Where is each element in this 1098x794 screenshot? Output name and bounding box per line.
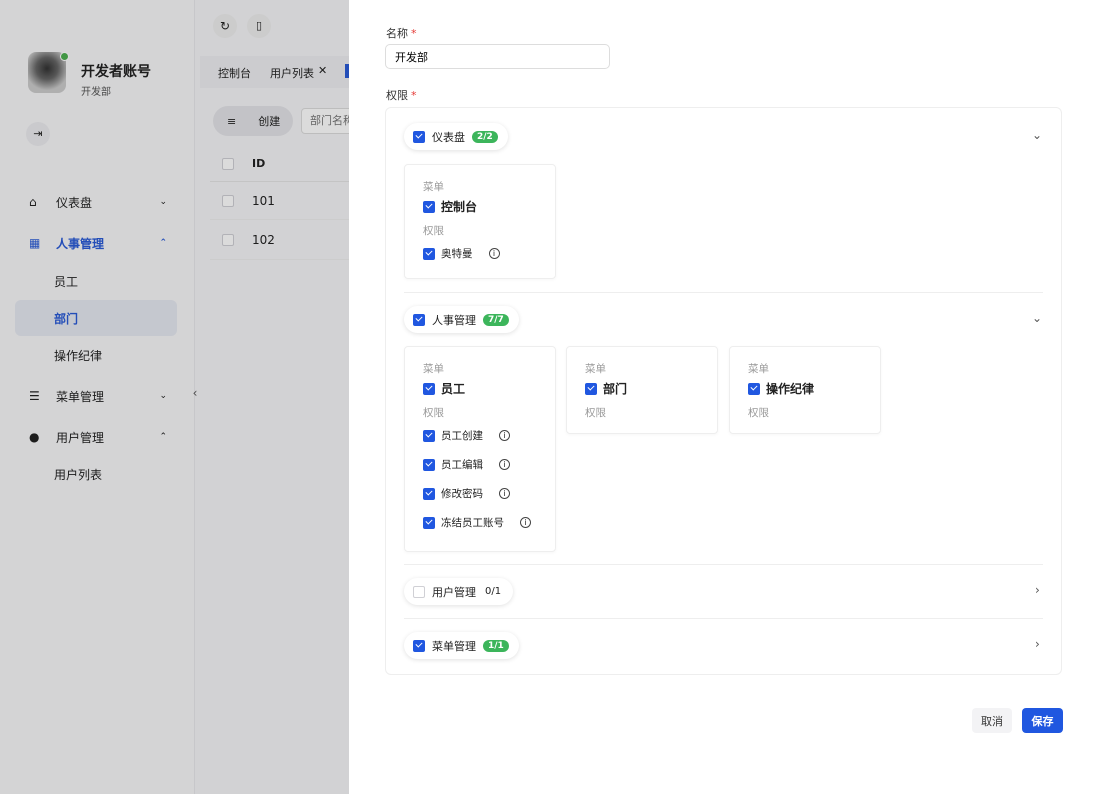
cancel-button[interactable]: 取消 xyxy=(972,708,1012,733)
checkbox[interactable] xyxy=(413,585,425,598)
menu-title: 菜单 xyxy=(585,363,606,375)
perm-title: 权限 xyxy=(423,225,444,237)
count-badge: 2/2 xyxy=(472,130,498,143)
info-icon[interactable]: i xyxy=(488,248,500,259)
menu-title: 菜单 xyxy=(423,181,444,193)
group-dashboard[interactable]: 仪表盘 2/2 xyxy=(404,123,508,150)
name-label: 名称 * xyxy=(386,27,417,40)
save-button[interactable]: 保存 xyxy=(1022,708,1063,733)
menu-title: 菜单 xyxy=(748,363,769,375)
name-input[interactable] xyxy=(385,44,610,69)
count-badge: 1/1 xyxy=(483,639,509,652)
checkbox[interactable] xyxy=(585,382,597,395)
permission-label: 权限 * xyxy=(386,89,417,102)
menu-card: 菜单 操作纪律 权限 xyxy=(729,346,881,434)
divider xyxy=(404,618,1043,619)
menu-name: 员工 xyxy=(441,382,466,396)
modal-overlay[interactable] xyxy=(0,0,349,794)
menu-card: 菜单 部门 权限 xyxy=(566,346,718,434)
group-hr[interactable]: 人事管理 7/7 xyxy=(404,306,519,333)
checkbox[interactable] xyxy=(748,382,760,395)
menu-card: 菜单 员工 权限 员工创建 i 员工编辑 i 修改密码 i 冻结员工账号 i xyxy=(404,346,556,552)
perm-title: 权限 xyxy=(585,407,606,419)
perm-name: 奥特曼 xyxy=(441,248,473,260)
info-icon[interactable]: i xyxy=(520,517,531,528)
chevron-down-icon[interactable]: ⌄ xyxy=(1032,311,1042,325)
checkbox[interactable] xyxy=(423,429,435,442)
divider xyxy=(404,292,1043,293)
perm-name: 修改密码 xyxy=(441,488,483,500)
perm-name: 冻结员工账号 xyxy=(441,517,504,529)
menu-name: 部门 xyxy=(603,382,628,396)
menu-name: 操作纪律 xyxy=(766,382,815,396)
checkbox[interactable] xyxy=(423,458,435,471)
count-badge: 0/1 xyxy=(485,586,502,597)
menu-name: 控制台 xyxy=(441,200,478,214)
group-label: 仪表盘 xyxy=(432,130,465,144)
menu-title: 菜单 xyxy=(423,363,444,375)
checkbox[interactable] xyxy=(413,639,425,652)
group-label: 人事管理 xyxy=(432,313,476,327)
perm-name: 员工编辑 xyxy=(441,459,483,471)
perm-title: 权限 xyxy=(748,407,769,419)
menu-card: 菜单 控制台 权限 奥特曼 i xyxy=(404,164,556,279)
perm-title: 权限 xyxy=(423,407,444,419)
info-icon[interactable]: i xyxy=(499,488,510,499)
count-badge: 7/7 xyxy=(483,313,509,326)
checkbox[interactable] xyxy=(423,247,435,260)
checkbox[interactable] xyxy=(423,516,435,529)
chevron-right-icon[interactable]: › xyxy=(1035,637,1040,651)
group-label: 用户管理 xyxy=(432,585,476,599)
checkbox[interactable] xyxy=(423,200,435,213)
checkbox[interactable] xyxy=(413,130,425,143)
chevron-right-icon[interactable]: › xyxy=(1035,583,1040,597)
perm-name: 员工创建 xyxy=(441,430,483,442)
group-label: 菜单管理 xyxy=(432,639,476,653)
checkbox[interactable] xyxy=(413,313,425,326)
info-icon[interactable]: i xyxy=(499,459,510,470)
checkbox[interactable] xyxy=(423,382,435,395)
info-icon[interactable]: i xyxy=(499,430,510,441)
divider xyxy=(404,564,1043,565)
group-user-management[interactable]: 用户管理 0/1 xyxy=(404,578,514,605)
group-menu-management[interactable]: 菜单管理 1/1 xyxy=(404,632,519,659)
checkbox[interactable] xyxy=(423,487,435,500)
chevron-down-icon[interactable]: ⌄ xyxy=(1032,128,1042,142)
